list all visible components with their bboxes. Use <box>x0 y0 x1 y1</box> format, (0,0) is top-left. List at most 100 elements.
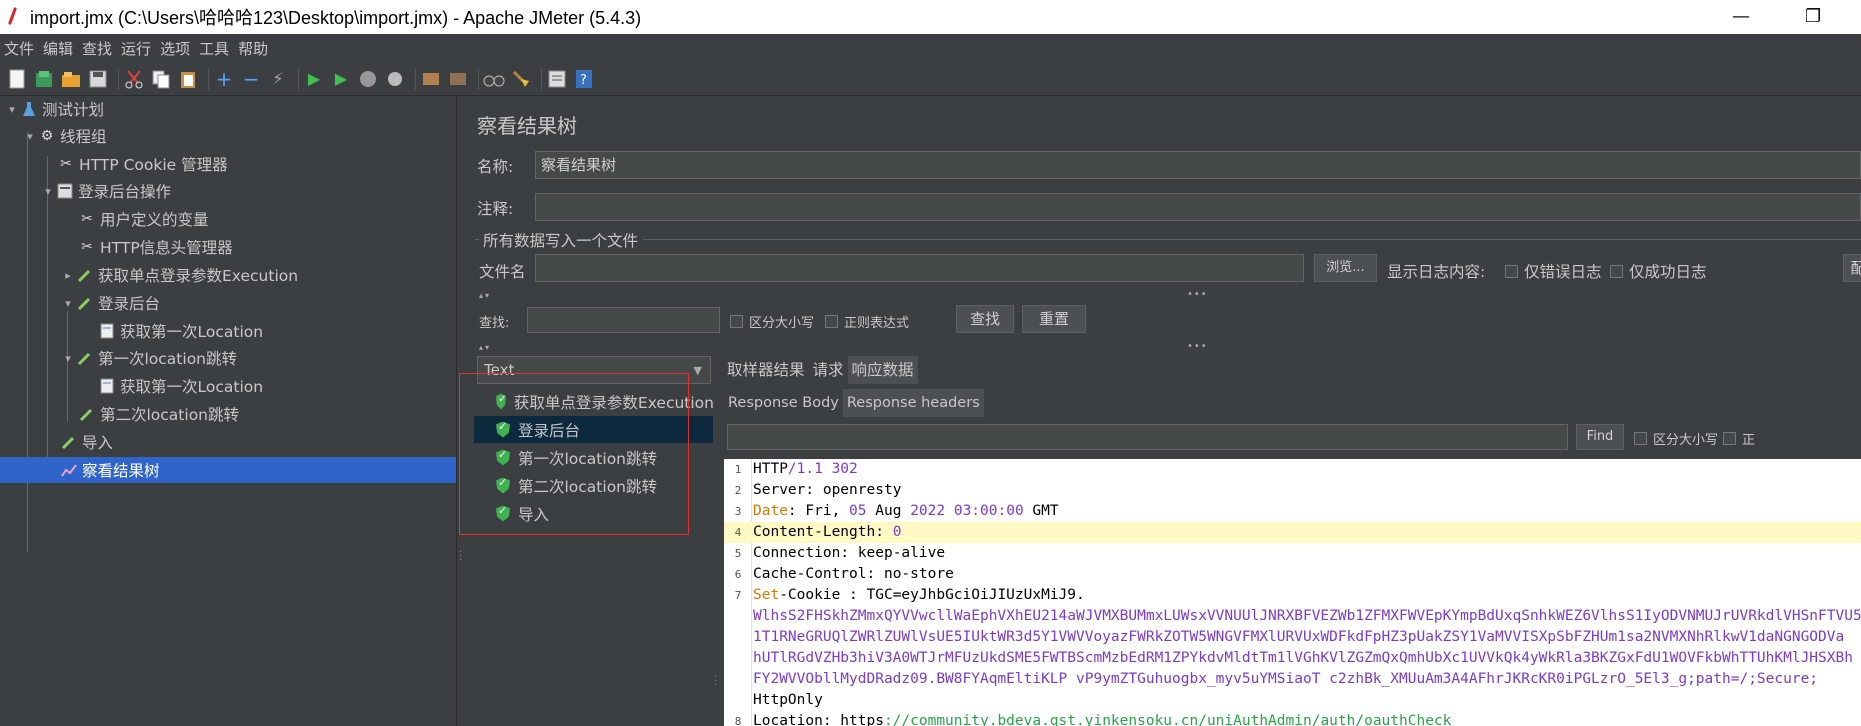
start-no-pause-icon[interactable]: ▶ <box>330 68 352 90</box>
errors-only-checkbox[interactable]: 仅错误日志 <box>1505 260 1602 282</box>
comment-input[interactable] <box>535 193 1861 221</box>
stop-icon[interactable] <box>357 68 379 90</box>
tab-response-body[interactable]: Response Body <box>724 389 843 417</box>
expand-arrow-icon[interactable]: ▾ <box>60 352 76 365</box>
file-group-label: 所有数据写入一个文件 <box>483 232 639 250</box>
tree-item-test-plan[interactable]: ▾ 测试计划 <box>4 96 104 122</box>
toolbar-separator <box>478 67 479 90</box>
expand-arrow-icon[interactable]: ▸ <box>60 269 76 282</box>
menu-edit[interactable]: 编辑 <box>43 38 73 59</box>
tree-item-view-results-tree[interactable]: 察看结果树 <box>0 457 456 483</box>
restore-button[interactable]: ❐ <box>1805 6 1821 27</box>
open-icon[interactable] <box>60 68 82 90</box>
start-icon[interactable]: ▶ <box>303 68 325 90</box>
tree-item-get-location-2[interactable]: 获取第一次Location <box>98 373 263 399</box>
tree-item-login-controller[interactable]: ▾ 登录后台操作 <box>40 178 171 204</box>
menu-run[interactable]: 运行 <box>121 38 151 59</box>
response-headers-viewer[interactable]: 1 HTTP/1.1 302 2 Server: openresty 3 Dat… <box>724 459 1861 726</box>
tree-item-user-variables[interactable]: ✂ 用户定义的变量 <box>78 206 208 232</box>
expand-arrow-icon[interactable]: ▾ <box>22 130 38 143</box>
menu-search[interactable]: 查找 <box>82 38 112 59</box>
remote-stop-icon[interactable] <box>447 68 469 90</box>
code-line-wrapped: FY2WVVObllMydDRadz09.BW8FYAqmEltiKLP vP9… <box>724 669 1861 690</box>
remote-start-icon[interactable] <box>420 68 442 90</box>
checkbox-box[interactable] <box>1634 432 1647 445</box>
configure-button[interactable]: 配 <box>1843 254 1861 282</box>
save-icon[interactable] <box>87 68 109 90</box>
find-regex-checkbox[interactable]: 正 <box>1723 429 1755 448</box>
tree-item-label: HTTP Cookie 管理器 <box>79 156 228 174</box>
tab-request[interactable]: 请求 <box>809 356 848 384</box>
line-number: 5 <box>734 547 742 560</box>
regex-checkbox[interactable]: 正则表达式 <box>825 312 909 331</box>
templates-icon[interactable] <box>33 68 55 90</box>
checkbox-box[interactable] <box>1505 264 1518 278</box>
reset-button[interactable]: 重置 <box>1022 305 1086 333</box>
checkbox-box[interactable] <box>1723 432 1736 445</box>
copy-icon[interactable] <box>150 68 172 90</box>
help-icon[interactable]: ? <box>573 68 595 90</box>
tree-item-cookie-manager[interactable]: ✂ HTTP Cookie 管理器 <box>57 151 228 177</box>
menu-file[interactable]: 文件 <box>4 38 34 59</box>
code-token: Server <box>753 482 806 498</box>
test-plan-tree: ▾ 测试计划 ▾ ⚙ 线程组 ✂ HTTP Cookie 管理器 ▾ 登录后台操… <box>0 96 457 726</box>
paste-icon[interactable] <box>177 68 199 90</box>
tree-item-redirect-1[interactable]: ▾ 第一次location跳转 <box>60 345 237 371</box>
tab-sampler-result[interactable]: 取样器结果 <box>723 356 809 384</box>
flask-icon <box>20 100 38 118</box>
tree-item-header-manager[interactable]: ✂ HTTP信息头管理器 <box>78 234 233 260</box>
search-input[interactable] <box>527 307 720 333</box>
minimize-button[interactable]: — <box>1732 6 1750 27</box>
menu-tools[interactable]: 工具 <box>199 38 229 59</box>
filename-input[interactable] <box>535 254 1304 282</box>
success-only-checkbox[interactable]: 仅成功日志 <box>1610 260 1707 282</box>
shutdown-icon[interactable] <box>384 68 406 90</box>
chevron-down-icon[interactable]: ▼ <box>694 358 702 384</box>
code-token: HTTP <box>753 461 788 477</box>
tab-response-headers[interactable]: Response headers <box>842 389 984 417</box>
broom-icon[interactable] <box>510 68 532 90</box>
tree-item-get-execution[interactable]: ▸ 获取单点登录参数Execution <box>60 262 298 288</box>
expand-arrow-icon[interactable]: ▾ <box>60 297 76 310</box>
checkbox-box[interactable] <box>730 315 743 328</box>
function-helper-icon[interactable] <box>546 68 568 90</box>
find-input[interactable] <box>727 424 1568 450</box>
menu-options[interactable]: 选项 <box>160 38 190 59</box>
tree-item-thread-group[interactable]: ▾ ⚙ 线程组 <box>22 123 107 149</box>
tree-item-get-location-1[interactable]: 获取第一次Location <box>98 318 263 344</box>
expand-arrow-icon[interactable]: ▾ <box>4 103 20 116</box>
new-icon[interactable] <box>6 68 28 90</box>
checkbox-box[interactable] <box>1610 264 1623 278</box>
binoculars-icon[interactable] <box>483 68 505 90</box>
title-bar: import.jmx (C:\Users\哈哈哈123\Desktop\impo… <box>0 0 1861 34</box>
splitter-grip[interactable]: ••• <box>1187 289 1208 300</box>
tree-item-label: 线程组 <box>60 128 107 146</box>
tree-item-import[interactable]: 导入 <box>60 429 113 455</box>
expand-all-icon[interactable]: + <box>213 67 235 91</box>
code-line: 6 Cache-Control: no-store <box>724 564 1861 585</box>
checkbox-box[interactable] <box>825 315 838 328</box>
tree-item-login[interactable]: ▾ 登录后台 <box>60 290 160 316</box>
tree-item-redirect-2[interactable]: 第二次location跳转 <box>78 401 239 427</box>
toggle-icon[interactable]: ⚡ <box>267 68 289 90</box>
find-case-checkbox[interactable]: 区分大小写 <box>1634 429 1718 448</box>
collapse-arrows-icon[interactable]: ▴▾ <box>479 291 491 300</box>
vertical-splitter[interactable]: · · · <box>713 356 719 726</box>
browse-button[interactable]: 浏览... <box>1314 254 1377 282</box>
find-button[interactable]: Find <box>1576 424 1624 450</box>
pipette-icon <box>76 349 94 367</box>
menu-help[interactable]: 帮助 <box>238 38 268 59</box>
collapse-arrows-icon[interactable]: ▴▾ <box>479 343 491 352</box>
tab-response-data[interactable]: 响应数据 <box>847 356 918 384</box>
code-token: HttpOnly <box>753 692 823 708</box>
toolbar-separator <box>298 67 299 90</box>
jmeter-feather-icon <box>6 7 20 27</box>
case-sensitive-checkbox[interactable]: 区分大小写 <box>730 312 814 331</box>
cut-icon[interactable] <box>123 68 145 90</box>
search-button[interactable]: 查找 <box>956 305 1014 333</box>
collapse-all-icon[interactable]: − <box>240 67 262 91</box>
code-token: Cache-Control <box>753 566 867 582</box>
expand-arrow-icon[interactable]: ▾ <box>40 185 56 198</box>
splitter-grip[interactable]: ••• <box>1187 341 1208 352</box>
name-input[interactable]: 察看结果树 <box>535 151 1861 179</box>
